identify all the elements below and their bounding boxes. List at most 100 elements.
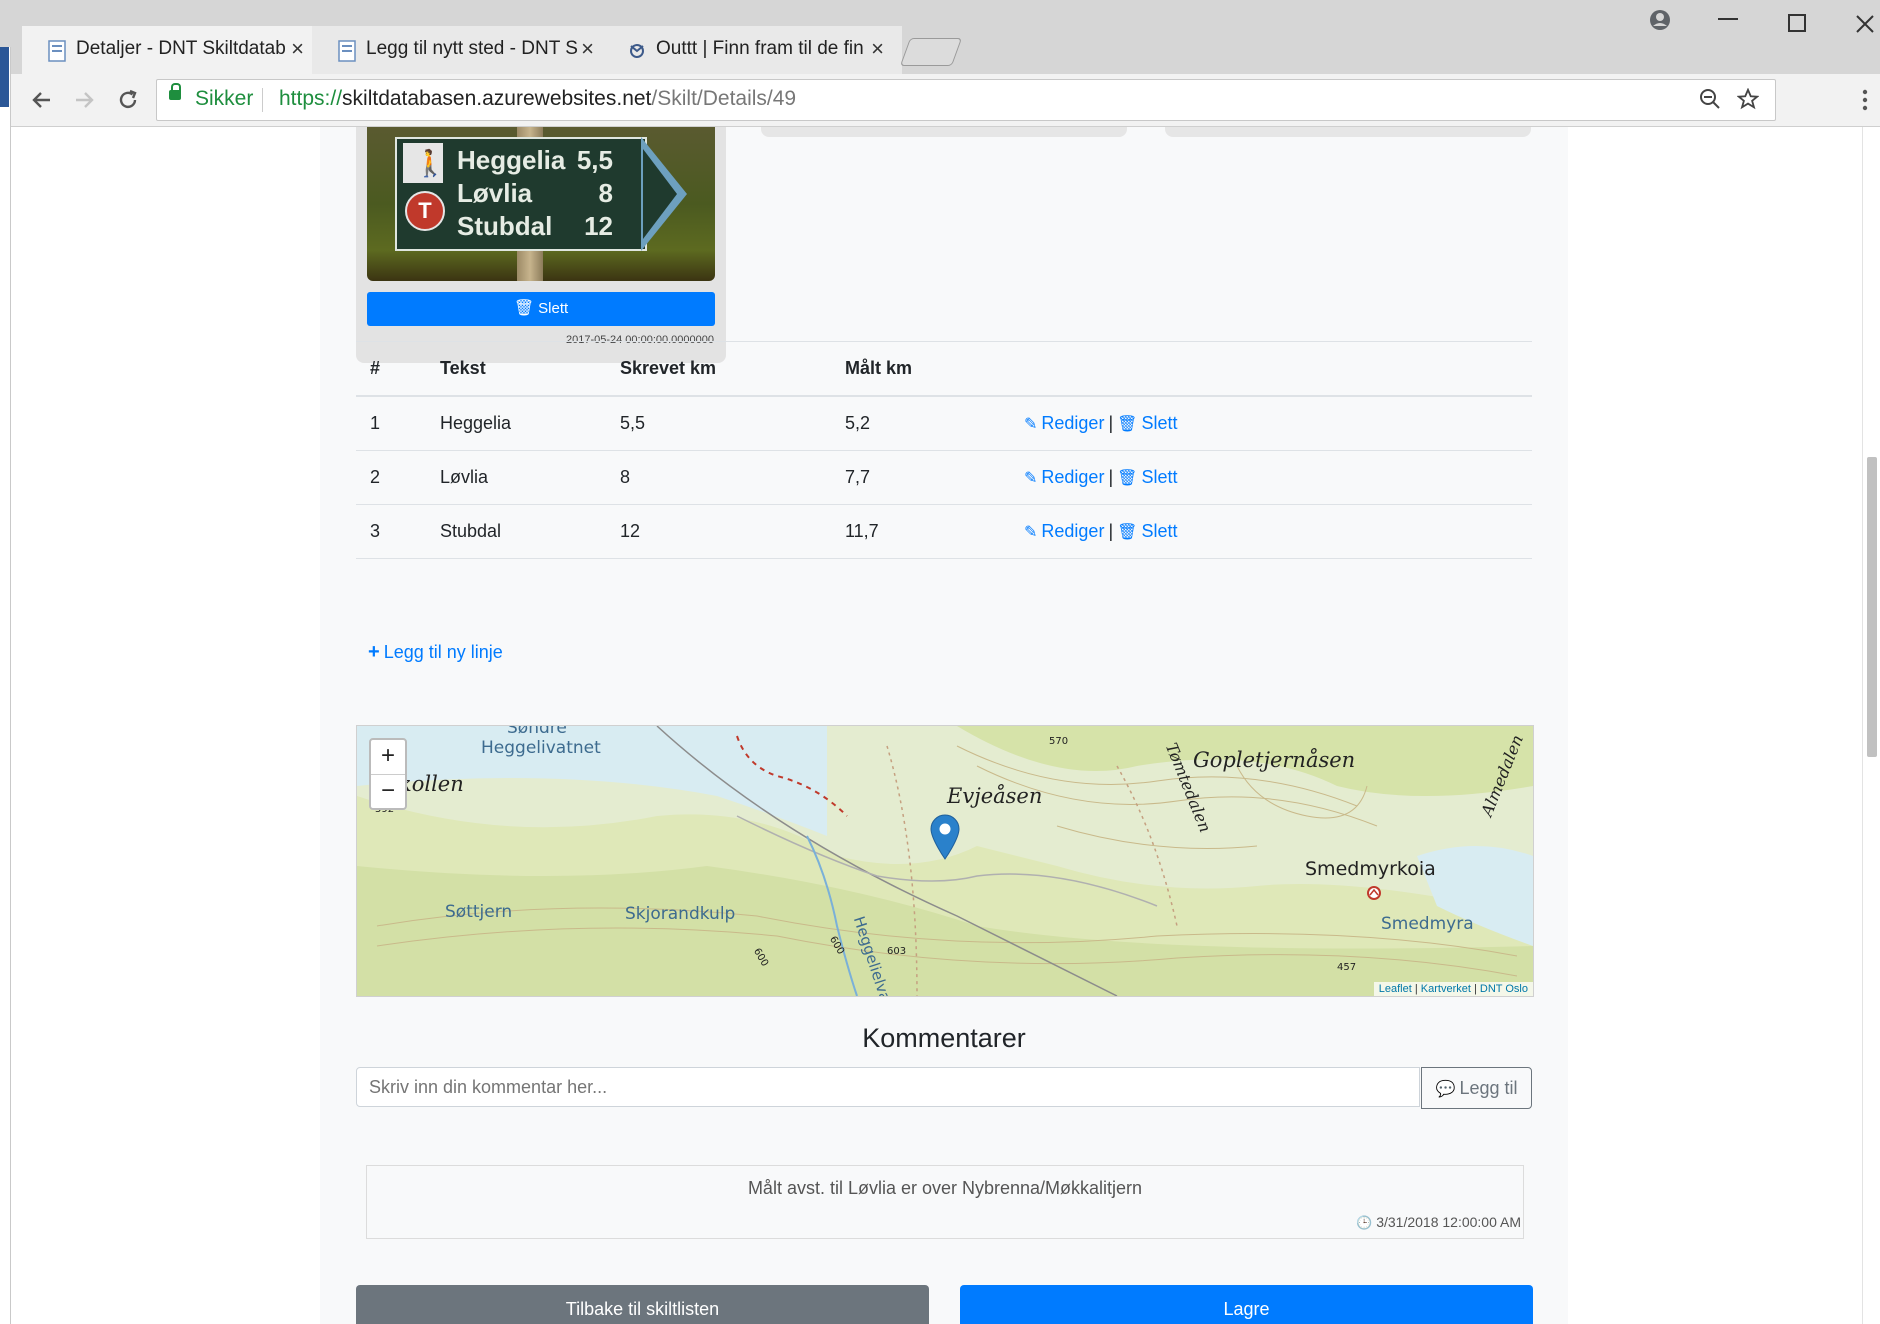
- add-line-label: Legg til ny linje: [383, 642, 503, 662]
- map-marker-icon[interactable]: [929, 814, 961, 860]
- column-header: #: [356, 341, 426, 397]
- table-row: 1 Heggelia 5,5 5,2 ✎ Rediger | 🗑 Slett: [356, 396, 1532, 451]
- zoom-in-button[interactable]: +: [371, 740, 405, 775]
- attribution-link[interactable]: Kartverket: [1421, 983, 1471, 995]
- secure-label: Sikker: [195, 87, 254, 110]
- close-tab-icon[interactable]: ×: [291, 36, 304, 62]
- tab-title: Detaljer - DNT Skiltdatab: [76, 38, 286, 59]
- cabin-icon: [1367, 886, 1381, 900]
- hiker-icon: 🚶: [403, 143, 446, 183]
- add-comment-label: Legg til: [1459, 1078, 1518, 1098]
- delete-link[interactable]: 🗑 Slett: [1117, 413, 1177, 433]
- column-header: Målt km: [831, 341, 1010, 397]
- trash-icon: 🗑: [1117, 470, 1138, 487]
- delete-label: Slett: [1141, 413, 1178, 433]
- edit-link[interactable]: ✎ Rediger: [1024, 413, 1104, 433]
- tab-details[interactable]: Detaljer - DNT Skiltdatab ×: [22, 26, 322, 74]
- speech-bubble-icon: 💬: [1435, 1081, 1456, 1098]
- comment-input[interactable]: [356, 1067, 1420, 1107]
- row-number: 1: [356, 396, 426, 451]
- edit-link[interactable]: ✎ Rediger: [1024, 467, 1104, 487]
- column-header: Skrevet km: [606, 341, 831, 397]
- map-attribution: Leaflet | Kartverket | DNT Oslo: [1373, 982, 1533, 996]
- sign-km: 12: [584, 211, 613, 241]
- sign-lines-table: # Tekst Skrevet km Målt km 1 Heggelia 5,…: [356, 341, 1532, 559]
- browser-toolbar: Sikker https://skiltdatabasen.azurewebsi…: [0, 74, 1880, 127]
- map-label: Søttjern: [445, 902, 513, 922]
- attribution-link[interactable]: Leaflet: [1379, 983, 1412, 995]
- add-comment-button[interactable]: 💬 Legg til: [1421, 1067, 1532, 1109]
- action-separator: |: [1108, 413, 1114, 433]
- sign-km: 8: [598, 178, 613, 208]
- delete-image-label: Slett: [538, 300, 569, 317]
- add-line-link[interactable]: + Legg til ny linje: [368, 641, 503, 664]
- clock-icon: 🕒: [1356, 1215, 1373, 1230]
- address-bar[interactable]: Sikker https://skiltdatabasen.azurewebsi…: [156, 79, 1776, 121]
- sign-row: Heggelia 5,5: [457, 145, 647, 176]
- delete-link[interactable]: 🗑 Slett: [1117, 467, 1177, 487]
- elevation-label: 570: [1049, 736, 1069, 747]
- table-row: 3 Stubdal 12 11,7 ✎ Rediger | 🗑 Slett: [356, 504, 1532, 559]
- url-scheme: https://: [279, 87, 343, 110]
- new-tab-button[interactable]: [899, 38, 963, 66]
- page-container: 🚶 T Heggelia 5,5 Løvlia 8 Stubdal 12 🗑 Sl…: [320, 127, 1568, 1324]
- close-tab-icon[interactable]: ×: [581, 36, 594, 62]
- row-actions: ✎ Rediger | 🗑 Slett: [1010, 504, 1532, 559]
- map-label: Søndre: [507, 725, 567, 738]
- maximize-icon[interactable]: [1788, 14, 1806, 32]
- sign-row: Stubdal 12: [457, 211, 647, 242]
- delete-link[interactable]: 🗑 Slett: [1117, 521, 1177, 541]
- sign-photo[interactable]: 🚶 T Heggelia 5,5 Løvlia 8 Stubdal 12: [367, 127, 715, 281]
- zoom-icon[interactable]: [1699, 88, 1721, 110]
- sign-place: Stubdal: [457, 211, 553, 241]
- pencil-icon: ✎: [1024, 416, 1038, 433]
- row-text: Stubdal: [426, 504, 606, 559]
- profile-icon[interactable]: [1648, 8, 1672, 32]
- tab-title: Legg til nytt sted - DNT S: [366, 38, 578, 59]
- zoom-out-button[interactable]: −: [371, 775, 405, 809]
- trash-icon: 🗑: [513, 300, 535, 317]
- edit-label: Rediger: [1041, 413, 1105, 433]
- url-text[interactable]: https://skiltdatabasen.azurewebsites.net…: [279, 87, 796, 111]
- reload-icon[interactable]: [116, 88, 140, 112]
- scrollbar-thumb[interactable]: [1867, 457, 1877, 757]
- save-button[interactable]: Lagre: [960, 1285, 1533, 1324]
- comment-date-wrapper: 🕒 3/31/2018 12:00:00 AM: [1356, 1214, 1521, 1231]
- edit-link[interactable]: ✎ Rediger: [1024, 521, 1104, 541]
- forward-arrow-icon[interactable]: [72, 88, 96, 112]
- row-written-km: 8: [606, 450, 831, 505]
- row-measured-km: 11,7: [831, 504, 1010, 559]
- row-number: 2: [356, 450, 426, 505]
- map-zoom-control: + −: [369, 738, 407, 810]
- row-measured-km: 7,7: [831, 450, 1010, 505]
- menu-dots-icon[interactable]: [1862, 88, 1868, 112]
- sign-km: 5,5: [576, 145, 613, 175]
- dnt-logo-icon: T: [405, 191, 445, 231]
- back-arrow-icon[interactable]: [30, 88, 54, 112]
- tab-add-place[interactable]: Legg til nytt sted - DNT S ×: [312, 26, 612, 74]
- tab-outtt[interactable]: Outtt | Finn fram til de fin ×: [602, 26, 902, 74]
- delete-label: Slett: [1141, 521, 1178, 541]
- map-label: Evjeåsen: [947, 784, 1043, 808]
- close-tab-icon[interactable]: ×: [871, 36, 884, 62]
- url-host: skiltdatabasen.azurewebsites.net: [342, 87, 652, 110]
- close-window-icon[interactable]: [1855, 14, 1875, 34]
- sign-place: Løvlia: [457, 178, 533, 208]
- comment-text: Målt avst. til Løvlia er over Nybrenna/M…: [747, 1178, 1143, 1198]
- window-left-edge: [0, 47, 11, 1324]
- bookmark-star-icon[interactable]: [1737, 88, 1759, 110]
- delete-image-button[interactable]: 🗑 Slett: [367, 292, 715, 326]
- map-label: Smedmyra: [1381, 914, 1474, 934]
- page-scrollbar[interactable]: [1862, 127, 1880, 1324]
- pencil-icon: ✎: [1024, 470, 1038, 487]
- row-number: 3: [356, 504, 426, 559]
- row-written-km: 12: [606, 504, 831, 559]
- column-header: [1010, 341, 1532, 397]
- edit-label: Rediger: [1041, 521, 1105, 541]
- minimize-icon[interactable]: [1718, 18, 1738, 22]
- location-map[interactable]: Søndre Heggelivatnet kollen Evjeåsen Gop…: [356, 725, 1534, 997]
- taskbar-accent: [0, 47, 9, 107]
- image-card-stub: [1165, 127, 1531, 137]
- back-to-list-button[interactable]: Tilbake til skiltlisten: [356, 1285, 929, 1324]
- attribution-link[interactable]: DNT Oslo: [1480, 983, 1528, 995]
